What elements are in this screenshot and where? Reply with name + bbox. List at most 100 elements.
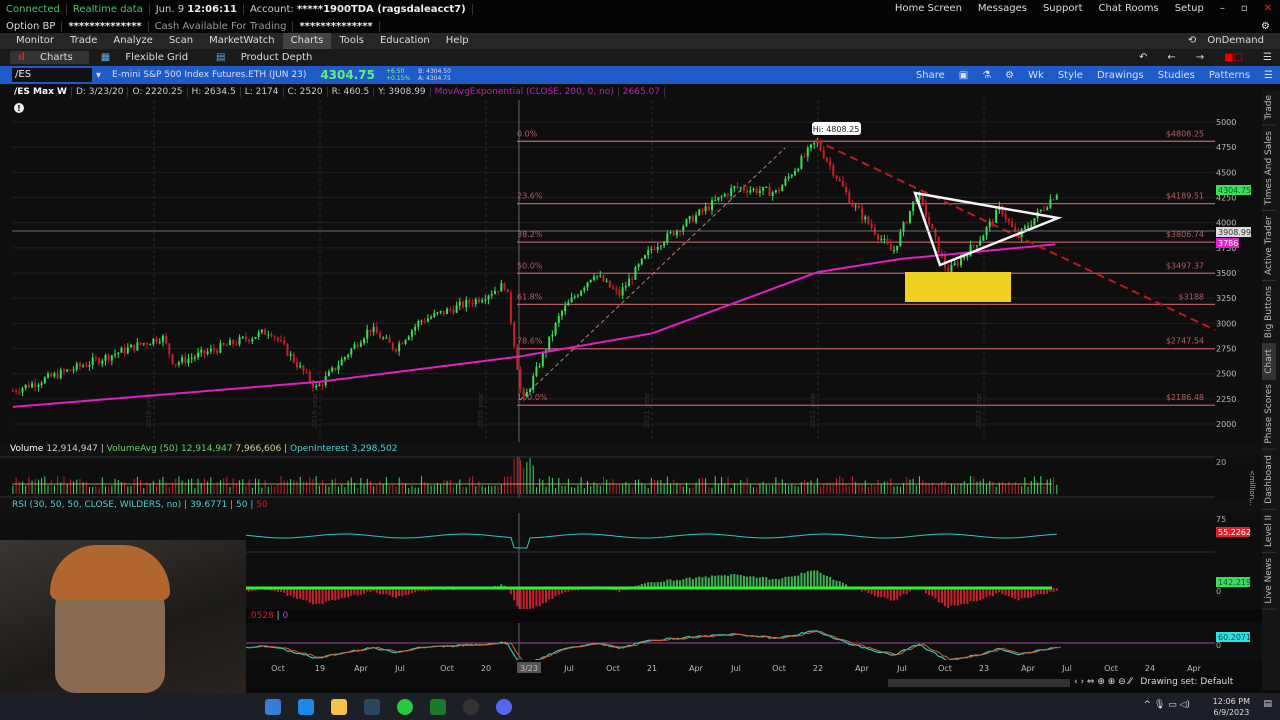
open-interest-label[interactable]: OpenInterest [290, 444, 349, 454]
settings-icon[interactable]: ⚙ [998, 70, 1021, 81]
time-axis-label: 24 [1145, 664, 1155, 673]
scroll-icon[interactable]: ‹ › ⇔ ⊕ ⊕ ⊖ ⁄⁄ [1074, 677, 1132, 687]
tab-analyze[interactable]: Analyze [105, 33, 160, 49]
subtab-flexible-grid[interactable]: ▦ Flexible Grid [93, 51, 204, 64]
folder-icon[interactable] [331, 698, 347, 715]
thinkorswim-icon[interactable] [430, 698, 446, 715]
style-menu[interactable]: Style [1051, 70, 1090, 81]
tab-monitor[interactable]: Monitor [8, 33, 62, 49]
snapshot-icon[interactable]: ▣ [952, 70, 975, 81]
price-axis-label: 2750 [1216, 345, 1236, 354]
candle-body [493, 290, 496, 295]
candle-body [347, 354, 350, 358]
tab-education[interactable]: Education [372, 33, 438, 49]
tab-tools[interactable]: Tools [331, 33, 372, 49]
drawing-set-select[interactable]: Drawing set: Default [1140, 677, 1233, 687]
support-zone [905, 272, 1011, 302]
volume-label[interactable]: Volume [10, 444, 43, 454]
volume-avg-label[interactable]: VolumeAvg (50) [107, 444, 178, 454]
side-tab-trade[interactable]: Trade [1262, 90, 1276, 126]
tab-trade[interactable]: Trade [62, 33, 105, 49]
candle-body [107, 354, 110, 361]
candle-body [78, 363, 81, 367]
candle-body [663, 242, 666, 246]
candle-body [487, 295, 490, 300]
app-green-icon[interactable] [397, 698, 413, 715]
patterns-menu[interactable]: Patterns [1202, 70, 1257, 81]
candle-body [975, 245, 978, 247]
subtab-product-depth[interactable]: ▤ Product Depth [208, 51, 328, 64]
mail-icon[interactable] [298, 698, 314, 715]
home-screen-link[interactable]: Home Screen [887, 3, 970, 14]
candle-body [589, 279, 592, 283]
candle-body [91, 357, 94, 365]
chat-rooms-link[interactable]: Chat Rooms [1090, 3, 1166, 14]
fib-price-label: $2747.54 [1166, 337, 1204, 346]
minimize-icon[interactable]: – [1212, 3, 1233, 14]
side-tab-times-and-sales[interactable]: Times And Sales [1262, 125, 1276, 211]
studies-menu[interactable]: Studies [1151, 70, 1202, 81]
maximize-icon[interactable]: ▫ [1233, 3, 1256, 14]
option-bp-label[interactable]: Option BP [0, 20, 63, 32]
ondemand-button[interactable]: ⟲ OnDemand [1180, 33, 1280, 49]
discord-icon[interactable] [496, 698, 512, 715]
tab-charts[interactable]: Charts [282, 33, 332, 49]
candle-body [481, 300, 484, 303]
tab-marketwatch[interactable]: MarketWatch [201, 33, 283, 49]
side-tab-live-news[interactable]: Live News [1262, 552, 1276, 610]
messages-link[interactable]: Messages [970, 3, 1035, 14]
candle-body [742, 187, 745, 191]
gear-icon[interactable]: ⚙ [1261, 21, 1270, 32]
store-icon[interactable] [265, 698, 281, 715]
obs-icon[interactable] [463, 698, 479, 715]
candle-body [596, 275, 599, 277]
candle-body [462, 301, 465, 308]
candle-body [781, 185, 784, 192]
forward-icon[interactable]: → [1188, 52, 1212, 63]
tab-help[interactable]: Help [438, 33, 477, 49]
subtab-charts-label: Charts [40, 52, 73, 63]
support-link[interactable]: Support [1035, 3, 1091, 14]
candle-body [672, 231, 675, 236]
notifications-icon[interactable]: ▤ [1263, 699, 1272, 709]
symbol-input[interactable]: /ES [12, 68, 92, 82]
menu-icon[interactable]: ☰ [1255, 52, 1280, 63]
side-tab-dashboard[interactable]: Dashboard [1262, 450, 1276, 510]
timeframe-select[interactable]: Wk [1021, 70, 1051, 81]
drawings-menu[interactable]: Drawings [1090, 70, 1151, 81]
candle-body [471, 303, 474, 305]
realtime-status[interactable]: Realtime data [67, 4, 150, 15]
candle-body [337, 365, 340, 370]
candle-body [790, 175, 793, 177]
share-button[interactable]: Share [909, 70, 952, 81]
menu-icon[interactable]: ☰ [1257, 70, 1280, 81]
back-icon[interactable]: ← [1159, 52, 1183, 63]
tab-scan[interactable]: Scan [161, 33, 201, 49]
system-tray-icons[interactable]: ^ 🎙 ▭ ◁) [1144, 700, 1191, 710]
account-select[interactable]: *****1900TDA (ragsdaleacct7) [297, 4, 466, 15]
side-tab-phase-scores[interactable]: Phase Scores [1262, 379, 1276, 451]
candle-body [991, 221, 994, 223]
horizontal-scrollbar[interactable] [888, 679, 1070, 687]
candle-body [746, 190, 749, 193]
side-tab-level-ii[interactable]: Level II [1262, 509, 1276, 553]
candle-body [168, 343, 171, 355]
steam-icon[interactable] [364, 698, 380, 715]
candle-body [899, 231, 902, 246]
color-toggle-icon[interactable]: ■□ [1216, 52, 1251, 63]
side-tab-chart[interactable]: Chart [1262, 343, 1276, 380]
side-tab-active-trader[interactable]: Active Trader [1262, 210, 1276, 281]
side-tab-big-buttons[interactable]: Big Buttons [1262, 280, 1276, 344]
subtab-charts[interactable]: ıl Charts [10, 51, 89, 64]
undo-icon[interactable]: ↶ [1131, 52, 1155, 63]
candle-body [758, 190, 761, 194]
symbol-dropdown-icon[interactable]: ▾ [92, 70, 105, 81]
candle-body [624, 286, 627, 288]
rsi-label[interactable]: RSI (30, 50, 50, CLOSE, WILDERS, no) [12, 500, 181, 510]
close-icon[interactable]: ✕ [1256, 3, 1280, 14]
flask-icon[interactable]: ⚗ [975, 70, 998, 81]
setup-link[interactable]: Setup [1167, 3, 1212, 14]
candle-body [880, 239, 883, 241]
candle-body [634, 267, 637, 280]
clock[interactable]: 12:06 PM 6/9/2023 [1213, 696, 1250, 718]
